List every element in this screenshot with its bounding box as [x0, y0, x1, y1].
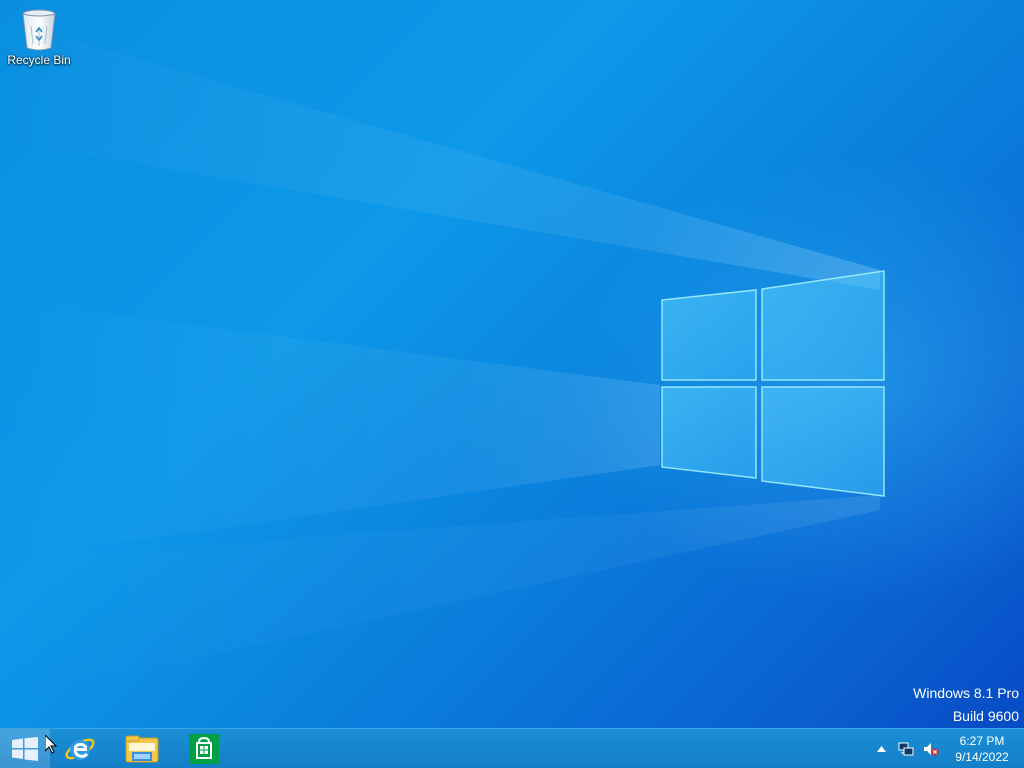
volume-muted-icon — [924, 742, 939, 756]
recycle-bin-icon — [22, 9, 56, 51]
desktop: Recycle Bin Windows 8.1 Pro Build 9600 6… — [0, 0, 1024, 768]
internet-explorer-icon — [65, 738, 95, 760]
mouse-pointer-icon — [45, 735, 57, 754]
os-watermark: Windows 8.1 Pro Build 9600 — [913, 682, 1019, 728]
file-explorer-icon — [125, 735, 159, 762]
show-hidden-icons-button[interactable] — [872, 729, 890, 768]
store-icon — [189, 733, 219, 764]
volume-tray-button[interactable] — [920, 729, 942, 768]
show-hidden-icons-icon — [876, 745, 886, 752]
watermark-edition: Windows 8.1 Pro — [913, 685, 1019, 701]
start-button[interactable] — [0, 729, 50, 768]
taskbar-clock[interactable]: 6:27 PM 9/14/2022 — [940, 729, 1024, 768]
wallpaper-light-beams — [0, 20, 885, 700]
taskbar: 6:27 PM 9/14/2022 — [0, 728, 1024, 768]
watermark-build: Build 9600 — [952, 708, 1019, 724]
taskbar-internet-explorer[interactable] — [55, 729, 105, 768]
clock-date: 9/14/2022 — [955, 749, 1009, 764]
taskbar-store[interactable] — [179, 729, 229, 768]
network-icon — [898, 742, 914, 755]
taskbar-file-explorer[interactable] — [117, 729, 167, 768]
windows-logo-icon — [12, 736, 38, 761]
network-tray-button[interactable] — [894, 729, 918, 768]
recycle-bin-shortcut[interactable]: Recycle Bin — [4, 6, 74, 76]
clock-time: 6:27 PM — [959, 733, 1005, 748]
recycle-bin-label: Recycle Bin — [7, 53, 71, 67]
